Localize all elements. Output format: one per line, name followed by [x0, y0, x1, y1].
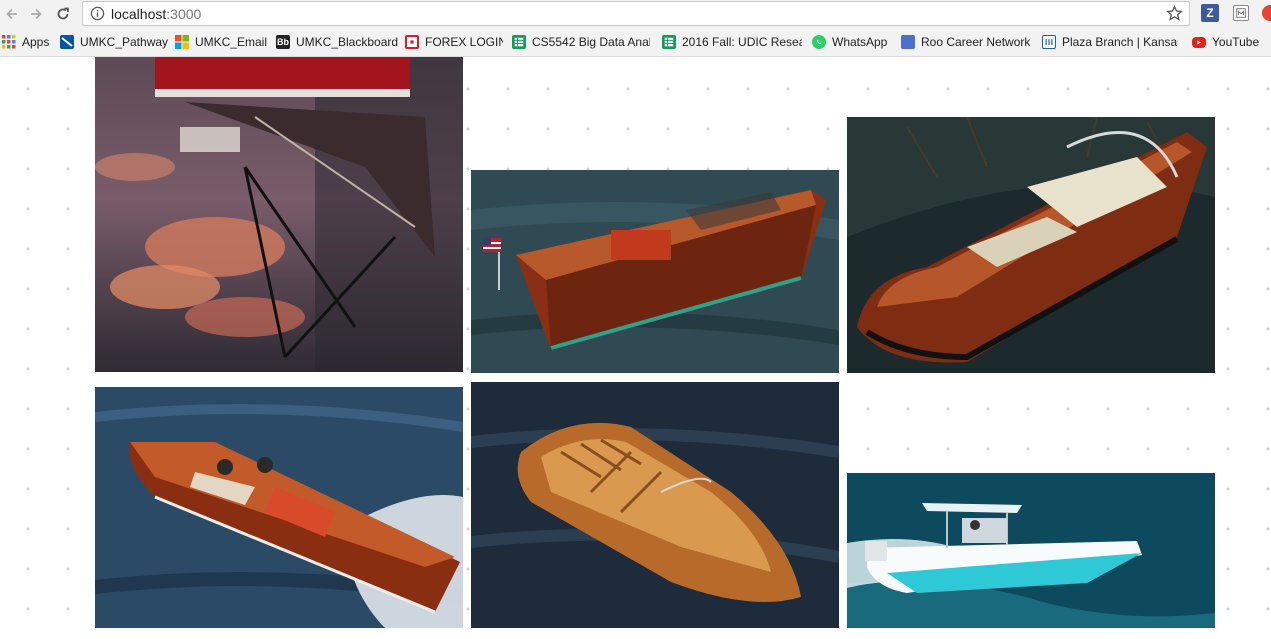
umkc-icon [60, 35, 74, 49]
bookmark-label: UMKC_Pathway [80, 35, 168, 49]
varnished-wooden-boat-image [471, 382, 839, 628]
bookmark-umkc-email[interactable]: UMKC_Email [175, 34, 267, 50]
back-button[interactable] [0, 2, 24, 26]
zotero-extension-icon[interactable]: Z [1201, 4, 1219, 22]
bookmark-umkc-blackboard[interactable]: Bb UMKC_Blackboard [276, 34, 398, 50]
whatsapp-icon [812, 35, 826, 49]
center-console-boat-image [847, 473, 1215, 628]
reload-button[interactable] [51, 2, 75, 26]
mahogany-runabout-image [471, 170, 839, 373]
blackboard-icon: Bb [276, 35, 290, 49]
url-port: :3000 [166, 6, 202, 22]
extension-icon[interactable] [1233, 5, 1249, 21]
url-text[interactable]: localhost:3000 [111, 6, 201, 22]
sheets-icon [512, 35, 526, 49]
forex-icon [405, 35, 419, 49]
info-icon[interactable] [90, 6, 105, 21]
arrow-left-icon [6, 8, 17, 20]
sheets-icon [662, 35, 676, 49]
gallery-image-5[interactable] [471, 382, 839, 628]
browser-toolbar: localhost:3000 Z [0, 0, 1271, 28]
bookmark-apps[interactable]: Apps [2, 34, 52, 50]
bookmark-label: Apps [22, 35, 50, 49]
url-host: localhost [111, 6, 167, 22]
bookmark-cs5542[interactable]: CS5542 Big Data Anal [512, 34, 650, 50]
bookmark-youtube[interactable]: YouTube [1192, 34, 1271, 50]
page-content [0, 57, 1271, 639]
gallery-image-3[interactable] [847, 117, 1215, 373]
gallery-image-2[interactable] [471, 170, 839, 373]
gallery-image-4[interactable] [95, 387, 463, 628]
bookmark-label: Roo Career Network [921, 35, 1031, 49]
bookmark-whatsapp[interactable]: WhatsApp [812, 34, 894, 50]
gallery-image-1[interactable] [95, 57, 463, 372]
bookmark-label: 2016 Fall: UDIC Resea [682, 35, 802, 49]
bookmark-label: WhatsApp [832, 35, 888, 49]
bookmark-label: CS5542 Big Data Anal [532, 35, 650, 49]
gallery-image-6[interactable] [847, 473, 1215, 628]
bookmark-umkc-pathway[interactable]: UMKC_Pathway [60, 34, 168, 50]
bookmark-star-icon[interactable] [1166, 5, 1183, 22]
classic-speedboat-image [95, 387, 463, 628]
reload-icon [57, 7, 69, 20]
bookmark-label: UMKC_Email [195, 35, 267, 49]
boat-reflection-image [95, 57, 463, 372]
bookmarks-bar: Apps UMKC_Pathway UMKC_Email Bb UMKC_Bla… [0, 28, 1271, 57]
chrome-extension-icon[interactable] [1262, 5, 1271, 21]
library-icon [1042, 35, 1056, 49]
bookmark-udic[interactable]: 2016 Fall: UDIC Resea [662, 34, 802, 50]
bookmark-label: UMKC_Blackboard [296, 35, 398, 49]
bookmark-roo-career[interactable]: Roo Career Network [901, 34, 1035, 50]
apps-grid-icon [2, 35, 16, 49]
youtube-icon [1192, 36, 1206, 48]
bookmark-plaza-branch[interactable]: Plaza Branch | Kansas [1042, 34, 1178, 50]
bookmark-label: FOREX LOGIN [425, 35, 503, 49]
arrow-right-icon [31, 8, 42, 20]
bookmark-forex-login[interactable]: FOREX LOGIN [405, 34, 503, 50]
bookmark-label: Plaza Branch | Kansas [1062, 35, 1178, 49]
forward-button[interactable] [24, 2, 48, 26]
document-icon [901, 35, 915, 49]
bookmark-label: YouTube [1212, 35, 1260, 49]
microsoft-icon [175, 35, 189, 49]
wooden-speedboat-image [847, 117, 1215, 373]
address-bar[interactable]: localhost:3000 [82, 1, 1190, 26]
